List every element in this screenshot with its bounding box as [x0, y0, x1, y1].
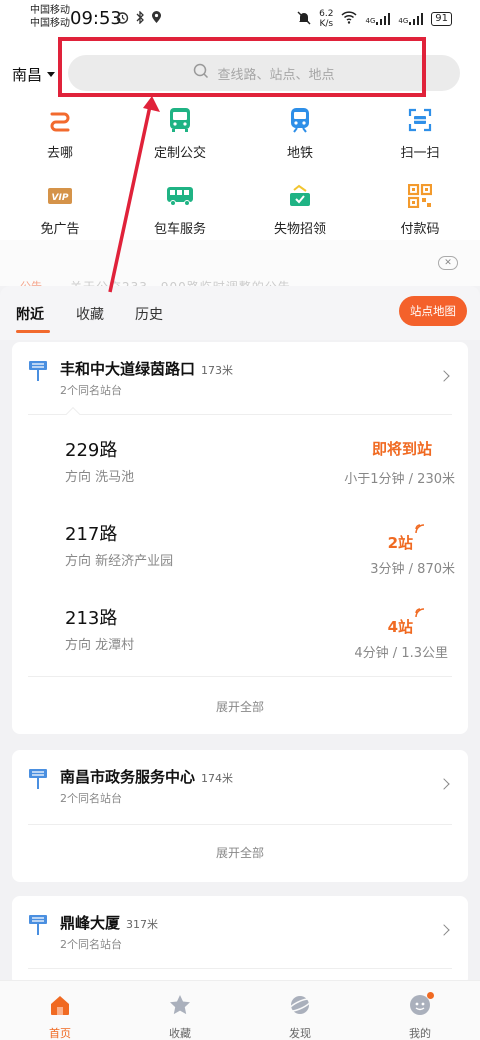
notice-banner[interactable]: 公告 关于公交233、900路临时调整的公告 ✕ — [0, 240, 480, 294]
tab-discover[interactable]: 发现 — [240, 981, 360, 1040]
chevron-right-icon — [438, 924, 450, 936]
city-label: 南昌 — [12, 66, 43, 84]
bus-icon — [165, 106, 195, 134]
station-name: 鼎峰大厦 317米 — [60, 914, 159, 932]
divider — [28, 968, 452, 969]
tab-favorites-bottom[interactable]: 收藏 — [120, 981, 240, 1040]
divider — [28, 676, 452, 677]
station-platforms: 2个同名站台 — [60, 938, 122, 951]
wifi-icon — [341, 11, 358, 27]
realtime-signal-icon — [414, 520, 426, 539]
station-name: 南昌市政务服务中心 174米 — [60, 768, 234, 786]
shortcut-route[interactable]: 去哪 — [0, 100, 120, 176]
bus-stop-icon — [28, 768, 48, 794]
station-distance: 174米 — [201, 772, 234, 785]
chevron-right-icon — [438, 370, 450, 382]
route-name: 213路 — [65, 608, 118, 629]
caret-down-icon — [47, 72, 56, 77]
city-selector[interactable]: 南昌 — [12, 64, 56, 85]
metro-icon — [285, 106, 315, 134]
route-direction: 方向 洗马池 — [65, 470, 135, 485]
route-status: 即将到站 — [371, 440, 432, 458]
active-tab-indicator — [16, 330, 50, 333]
route-direction: 方向 龙潭村 — [65, 638, 135, 653]
station-card[interactable]: 鼎峰大厦 317米 2个同名站台 — [12, 896, 468, 986]
route-icon — [45, 106, 75, 134]
qr-code-icon — [405, 182, 435, 210]
station-distance: 173米 — [201, 364, 234, 377]
shortcut-grid: 去哪 定制公交 地铁 扫一扫 VIP 免广告 包车服务 失物招领 付款码 — [0, 100, 480, 252]
route-status: 2站 — [387, 534, 413, 552]
station-platforms: 2个同名站台 — [60, 792, 122, 805]
shortcut-scan[interactable]: 扫一扫 — [360, 100, 480, 176]
bluetooth-icon — [135, 10, 145, 27]
bus-stop-icon — [28, 914, 48, 940]
mute-icon — [297, 11, 311, 28]
status-icons-left — [116, 10, 162, 27]
route-direction: 方向 新经济产业园 — [65, 554, 174, 569]
divider-notch — [65, 406, 81, 422]
route-eta: 小于1分钟 / 230米 — [344, 472, 455, 487]
route-row[interactable]: 213路 方向 龙潭村 4站 4分钟 / 1.3公里 — [12, 590, 468, 674]
status-bar: 中国移动 中国移动 09:53 6.2 K/s 4G 4G 91 — [0, 0, 480, 40]
station-platforms: 2个同名站台 — [60, 384, 122, 397]
close-icon[interactable]: ✕ — [438, 256, 458, 270]
nearby-tabs: 附近 收藏 历史 站点地图 — [0, 286, 480, 340]
lost-found-icon — [285, 182, 315, 210]
tab-history[interactable]: 历史 — [135, 304, 163, 324]
station-name: 丰和中大道绿茵路口 173米 — [60, 360, 234, 378]
carrier-1: 中国移动 — [30, 5, 70, 16]
divider — [28, 824, 452, 825]
location-icon — [151, 11, 162, 27]
route-name: 217路 — [65, 524, 118, 545]
vip-icon: VIP — [45, 182, 75, 210]
station-card[interactable]: 丰和中大道绿茵路口 173米 2个同名站台 229路 方向 洗马池 即将到站 小于… — [12, 342, 468, 734]
notification-dot — [427, 992, 434, 999]
alarm-icon — [116, 11, 129, 27]
clock: 09:53 — [70, 8, 122, 29]
profile-icon — [408, 992, 434, 1021]
home-icon — [48, 993, 72, 1021]
route-row[interactable]: 217路 方向 新经济产业园 2站 3分钟 / 870米 — [12, 506, 468, 590]
bus-stop-icon — [28, 360, 48, 386]
shortcut-custom-bus[interactable]: 定制公交 — [120, 100, 240, 176]
planet-icon — [288, 993, 312, 1021]
star-icon — [168, 993, 192, 1021]
route-status: 4站 — [387, 618, 413, 636]
divider — [28, 414, 452, 415]
expand-all-button[interactable]: 展开全部 — [12, 698, 468, 715]
signal-1-icon: 4G — [365, 13, 391, 25]
scan-icon — [405, 106, 435, 134]
annotation-highlight-box — [58, 37, 426, 97]
route-row[interactable]: 229路 方向 洗马池 即将到站 小于1分钟 / 230米 — [12, 422, 468, 506]
status-icons-right: 6.2 K/s 4G 4G 91 — [297, 9, 452, 29]
charter-bus-icon — [165, 182, 195, 210]
shortcut-metro[interactable]: 地铁 — [240, 100, 360, 176]
carrier-info: 中国移动 中国移动 — [30, 4, 70, 30]
chevron-right-icon — [438, 778, 450, 790]
route-name: 229路 — [65, 440, 118, 461]
signal-2-icon: 4G — [398, 13, 424, 25]
bottom-tab-bar: 首页 收藏 发现 我的 — [0, 980, 480, 1040]
realtime-signal-icon — [414, 604, 426, 623]
station-map-button[interactable]: 站点地图 — [399, 296, 467, 326]
tab-profile[interactable]: 我的 — [360, 981, 480, 1040]
station-card[interactable]: 南昌市政务服务中心 174米 2个同名站台 展开全部 — [12, 750, 468, 882]
route-eta: 4分钟 / 1.3公里 — [354, 646, 448, 661]
expand-all-button[interactable]: 展开全部 — [12, 844, 468, 861]
route-eta: 3分钟 / 870米 — [370, 562, 455, 577]
battery-indicator: 91 — [431, 12, 452, 26]
tab-nearby[interactable]: 附近 — [16, 304, 50, 333]
net-speed: 6.2 K/s — [319, 9, 334, 29]
tab-home[interactable]: 首页 — [0, 981, 120, 1040]
station-distance: 317米 — [126, 918, 159, 931]
svg-text:VIP: VIP — [52, 193, 69, 203]
carrier-2: 中国移动 — [30, 18, 70, 29]
tab-favorites[interactable]: 收藏 — [76, 304, 104, 324]
